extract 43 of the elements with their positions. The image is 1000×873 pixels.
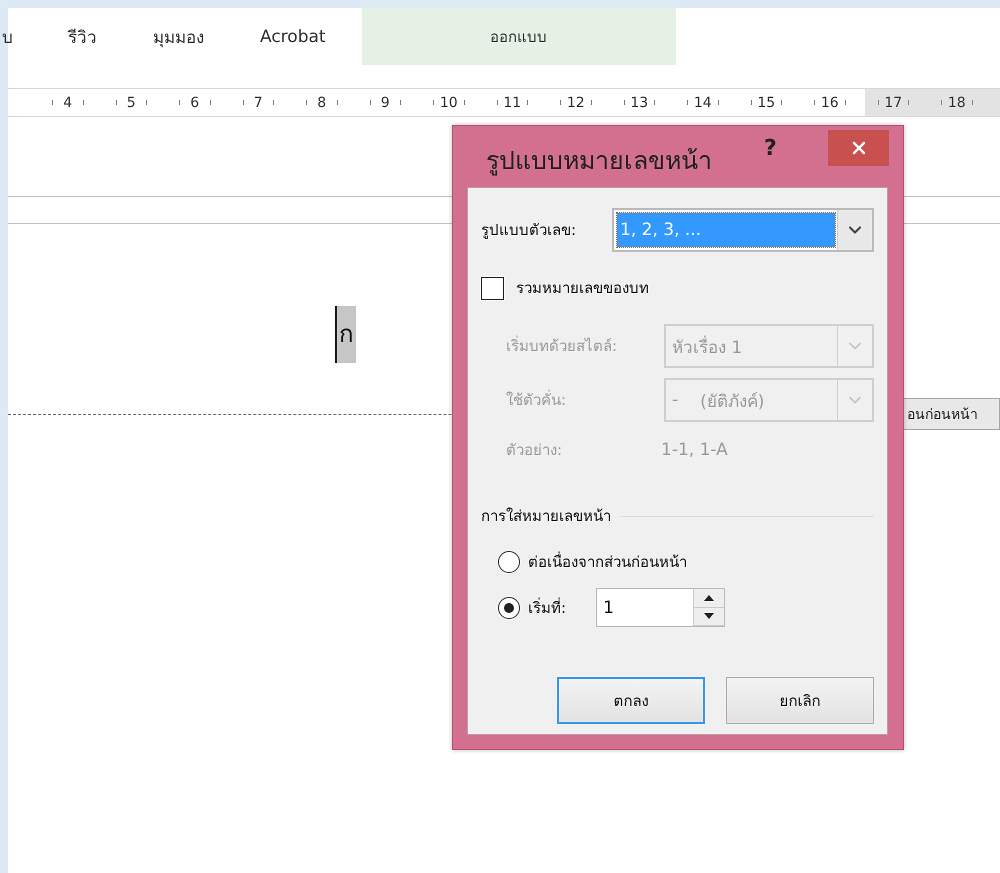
close-button[interactable] xyxy=(828,130,889,166)
checkbox[interactable] xyxy=(481,276,504,300)
ruler-number: 4 xyxy=(36,89,100,116)
help-button[interactable]: ? xyxy=(764,136,777,161)
radio-label: เริ่มที่: xyxy=(528,596,566,618)
ruler-number: 7 xyxy=(226,89,290,116)
field-label: ใช้ตัวคั่น: xyxy=(506,388,566,411)
dialog-title: รูปแบบหมายเลขหน้า xyxy=(486,145,712,178)
radio-button[interactable] xyxy=(498,551,520,573)
ribbon-tab[interactable]: Acrobat xyxy=(232,8,354,65)
ruler-number: 11 xyxy=(480,89,544,116)
ruler-number: 13 xyxy=(608,89,671,116)
dialog-button[interactable]: ยกเลิก xyxy=(726,677,874,724)
ribbon-tab[interactable]: มุมมอง xyxy=(125,8,232,65)
ruler-number: 17 xyxy=(862,89,925,116)
ribbon-tab[interactable]: รีวิว xyxy=(40,8,125,65)
example-value: 1-1, 1-A xyxy=(661,440,728,460)
checkbox-label: รวมหมายเลขของบท xyxy=(516,278,649,299)
ribbon-tab[interactable]: ออกแบบ xyxy=(362,8,676,65)
ribbon-tab[interactable]: บ xyxy=(2,8,40,65)
dialog-button[interactable]: ตกลง xyxy=(557,677,705,724)
ruler-number: 14 xyxy=(671,89,734,116)
up-arrow-icon xyxy=(704,594,714,601)
ruler-number: 10 xyxy=(417,89,480,116)
down-arrow-icon xyxy=(704,613,714,620)
group-title: การใส่หมายเลขหน้า xyxy=(481,506,611,527)
ruler-number: 12 xyxy=(544,89,608,116)
field-label: เริ่มบทด้วยสไตล์: xyxy=(506,334,618,357)
document-text: ก xyxy=(335,306,356,363)
ruler-number: 9 xyxy=(354,89,417,116)
start-number-field[interactable]: 1 xyxy=(596,588,726,627)
ruler-number: 6 xyxy=(163,89,226,116)
option-note: (ยัติภังค์) xyxy=(700,390,764,414)
ruler-number: 8 xyxy=(290,89,354,116)
ruler-number: 5 xyxy=(100,89,163,116)
radio-label: ต่อเนื่องจากส่วนก่อนหน้า xyxy=(528,550,687,573)
radio-button[interactable] xyxy=(498,596,520,618)
field-label: รูปแบบตัวเลข: xyxy=(481,220,576,241)
ruler-number: 15 xyxy=(734,89,798,116)
ruler-number: 16 xyxy=(798,89,862,116)
field-label: ตัวอย่าง: xyxy=(506,440,564,461)
section-tag: อนก่อนหน้า xyxy=(902,398,1000,430)
ruler-number: 18 xyxy=(925,89,988,116)
